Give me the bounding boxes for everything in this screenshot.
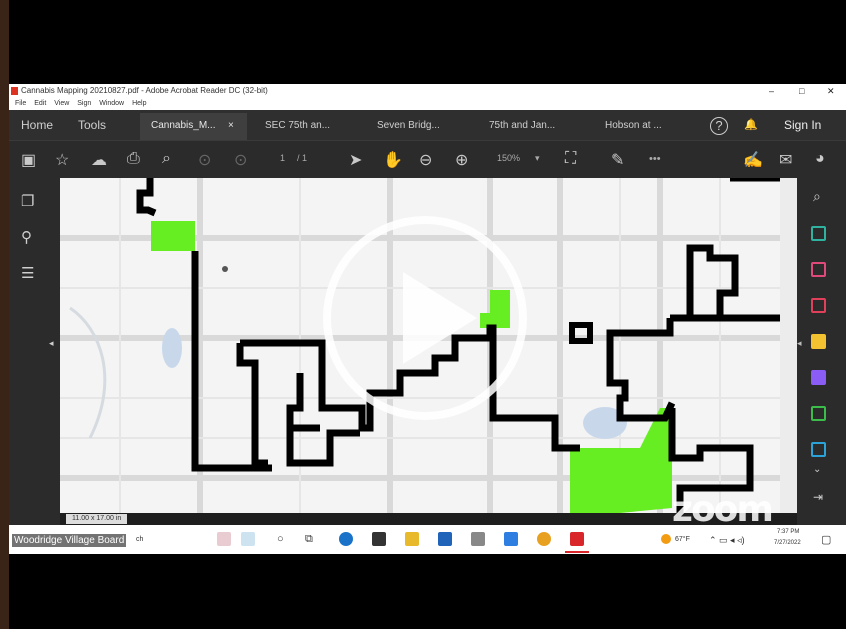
tab-tools[interactable]: Tools (78, 118, 106, 132)
edit-pdf-icon[interactable] (811, 262, 826, 277)
export-pdf-icon[interactable] (811, 298, 826, 313)
tab-close-icon[interactable]: × (228, 120, 234, 131)
more-tools-icon[interactable]: ••• (649, 153, 661, 165)
menu-help[interactable]: Help (132, 98, 146, 110)
zoom-level[interactable]: 150% (497, 153, 520, 163)
task-view-icon[interactable]: ⧉ (305, 533, 313, 546)
help-icon[interactable]: ? (710, 117, 728, 135)
acrobat-icon[interactable] (570, 532, 584, 546)
create-pdf-icon[interactable] (811, 226, 826, 241)
menu-edit[interactable]: Edit (34, 98, 46, 110)
left-nav-panel: ❐ ⚲ ☰ ◂ (9, 178, 60, 513)
mail-icon[interactable] (438, 532, 452, 546)
attachment-icon[interactable]: ⚲ (21, 228, 32, 246)
collapse-right-icon[interactable]: ◂ (797, 338, 802, 349)
tab-doc-75thjanes[interactable]: 75th and Jan... (489, 120, 555, 131)
tab-doc-sevenbridges[interactable]: Seven Bridg... (377, 120, 440, 131)
tab-doc-sec75th[interactable]: SEC 75th an... (265, 120, 330, 131)
tab-home[interactable]: Home (21, 118, 53, 132)
store-icon[interactable] (372, 532, 386, 546)
highlight-icon[interactable]: ✎ (611, 150, 624, 170)
cortana-image-icon (217, 532, 231, 546)
tab-doc-hobson[interactable]: Hobson at ... (605, 120, 662, 131)
clock-date[interactable]: 7/27/2022 (774, 540, 801, 546)
clock-time[interactable]: 7:37 PM (777, 529, 799, 535)
collapse-left-icon[interactable]: ◂ (49, 338, 54, 349)
zoom-app-icon[interactable] (504, 532, 518, 546)
menu-file[interactable]: File (15, 98, 26, 110)
right-tools-panel: ◂ ⌕ ⌄ ⇥ (797, 178, 846, 523)
page-size-label: 11.00 x 17.00 in (66, 514, 128, 524)
tab-bar: Home Tools Cannabis_M... × SEC 75th an..… (9, 110, 846, 140)
active-app-indicator (565, 551, 589, 553)
page-down-icon[interactable]: ⊙ (234, 150, 247, 170)
menu-view[interactable]: View (54, 98, 69, 110)
weather-icon (661, 534, 671, 544)
print-icon[interactable]: ⎙ (127, 150, 140, 168)
vertical-scrollbar[interactable] (780, 178, 797, 513)
taskbar-search[interactable]: ch (136, 536, 143, 543)
weather-temp[interactable]: 67°F (675, 536, 690, 543)
pages-icon[interactable]: ❐ (21, 192, 34, 210)
maximize-button[interactable]: □ (799, 84, 804, 98)
bell-icon[interactable]: 🔔 (744, 118, 758, 131)
page-up-icon[interactable]: ⊙ (198, 150, 211, 170)
account-icon[interactable]: ◕ (815, 150, 825, 168)
cloud-upload-icon[interactable]: ☁ (91, 150, 107, 170)
expand-panel-icon[interactable]: ⇥ (813, 490, 823, 504)
settings-icon[interactable] (471, 532, 485, 546)
start-circle-icon[interactable]: ○ (277, 533, 284, 545)
app-icon (241, 532, 255, 546)
chevron-down-icon[interactable]: ⌄ (813, 464, 821, 475)
edge-icon[interactable] (339, 532, 353, 546)
cursor-icon[interactable]: ➤ (349, 150, 362, 170)
chevron-down-icon[interactable]: ▾ (535, 153, 540, 164)
layers-icon[interactable]: ☰ (21, 264, 34, 282)
zoom-search-icon[interactable]: ⌕ (813, 188, 821, 205)
comment-tool-icon[interactable] (811, 334, 826, 349)
star-icon[interactable]: ☆ (55, 150, 69, 170)
meeting-caption: Woodridge Village Board (12, 534, 127, 547)
organize-pages-icon[interactable] (811, 406, 826, 421)
window-title: Cannabis Mapping 20210827.pdf - Adobe Ac… (21, 86, 268, 95)
chrome-icon[interactable] (537, 532, 551, 546)
comment-icon[interactable]: ✉ (779, 150, 792, 170)
fill-sign-icon[interactable]: ✍ (743, 150, 763, 170)
system-tray-icons[interactable]: ⌃ ▭ ◂ ◃) (709, 535, 745, 546)
close-button[interactable]: ✕ (827, 84, 835, 98)
sign-in-link[interactable]: Sign In (784, 118, 821, 132)
fit-page-icon[interactable]: ⛶ (565, 150, 576, 168)
tool-bar: ▣ ☆ ☁ ⎙ ⌕ ⊙ ⊙ 1 / 1 ➤ ✋ ⊖ ⊕ 150% ▾ ⛶ ✎ •… (9, 140, 846, 178)
pdf-app-icon (11, 87, 18, 95)
notifications-icon[interactable]: ▢ (821, 533, 831, 546)
menu-sign[interactable]: Sign (77, 98, 91, 110)
search-icon[interactable]: ⌕ (162, 150, 171, 168)
protect-icon[interactable] (811, 370, 826, 385)
menu-window[interactable]: Window (99, 98, 124, 110)
hand-icon[interactable]: ✋ (383, 150, 403, 170)
save-icon[interactable]: ▣ (21, 150, 36, 170)
file-explorer-icon[interactable] (405, 532, 419, 546)
zoom-out-icon[interactable]: ⊖ (419, 150, 432, 170)
play-icon[interactable] (321, 214, 529, 422)
page-total: / 1 (297, 153, 308, 163)
scan-icon[interactable] (811, 442, 826, 457)
title-bar: Cannabis Mapping 20210827.pdf - Adobe Ac… (9, 84, 846, 98)
zoom-in-icon[interactable]: ⊕ (455, 150, 468, 170)
tab-doc-cannabis[interactable]: Cannabis_M... (151, 120, 215, 131)
left-border (0, 0, 9, 629)
menu-bar: File Edit View Sign Window Help (9, 98, 846, 110)
zoom-logo: zoom (672, 489, 774, 530)
minimize-button[interactable]: – (769, 84, 774, 98)
page-number[interactable]: 1 (280, 153, 285, 163)
